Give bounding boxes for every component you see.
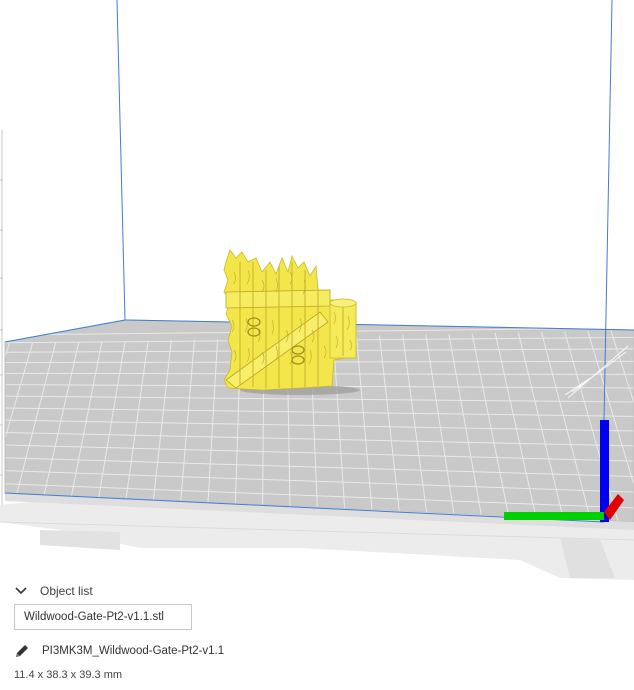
pencil-icon[interactable] <box>14 643 30 659</box>
object-list-toggle[interactable]: Object list <box>14 584 93 598</box>
job-name: PI3MK3M_Wildwood-Gate-Pt2-v1.1 <box>42 645 225 657</box>
object-list-item[interactable]: Wildwood-Gate-Pt2-v1.1.stl <box>14 604 192 630</box>
3d-viewport[interactable] <box>0 0 634 580</box>
job-name-row: PI3MK3M_Wildwood-Gate-Pt2-v1.1 <box>14 643 224 659</box>
chevron-down-icon <box>15 587 27 595</box>
object-list-title: Object list <box>40 584 93 598</box>
object-dimensions: 11.4 x 38.3 x 39.3 mm <box>14 669 123 681</box>
